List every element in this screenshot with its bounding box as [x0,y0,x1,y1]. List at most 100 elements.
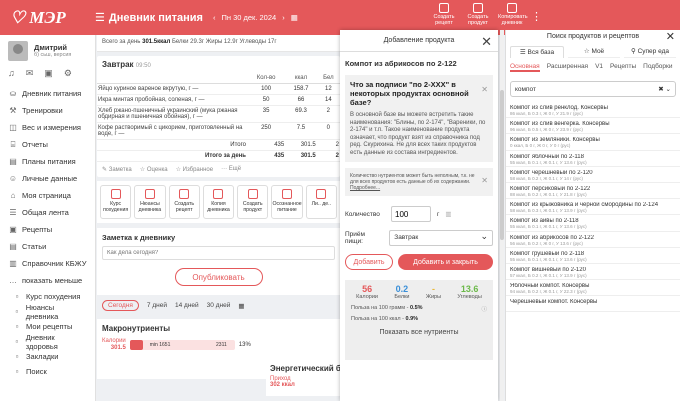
close-icon[interactable]: ✕ [481,34,492,50]
create-recipe-button[interactable]: Создать рецепт [430,3,458,26]
sidebar-subitem-3[interactable]: ▫ Дневник здоровья [0,333,95,351]
quick-action-0[interactable]: Курс похудения [100,185,132,219]
quick-action-3[interactable]: Копия дневника [202,185,235,219]
quick-action-6[interactable]: Ли.. де.. [305,185,337,219]
table-row[interactable]: Яйцо куриное вареное вкрутую, г —100 158.… [97,83,340,95]
sidebar-item-2[interactable]: ◫ Вес и измерения [0,119,95,136]
list-item[interactable]: Компот персиковый по 2-122 88 ккал, Б 0.2… [506,183,680,200]
list-item[interactable]: Черешневый компот. Консервы [506,296,680,313]
recipe-icon: ▣ [9,225,17,234]
link-icon: ▫ [15,367,19,376]
list-item[interactable]: Компот из слив ренклод. Консервы 86 ккал,… [506,102,680,119]
list-item[interactable]: Компот черешневый по 2-120 58 ккал, Б 0.2… [506,167,680,183]
quick-action-2[interactable]: Создать рецепт [168,185,200,219]
table-row[interactable]: Кофе растворимый с цикорием, приготовлен… [97,122,340,140]
quick-action-1[interactable]: Нюансы дневника [134,185,166,219]
note-chip[interactable]: ✎ Заметка [102,166,132,173]
calendar-icon[interactable]: ▦ [291,13,298,22]
list-item[interactable]: Компот из абрикосов по 2-122 56 ккал, Б 0… [506,232,680,248]
user-block[interactable]: Дмитрий б) сьш, версия [0,35,95,63]
tab-mine[interactable]: ☆ Моё [568,46,620,58]
filter-today[interactable]: Сегодня [102,300,139,311]
rating-chip[interactable]: ☆ Оценка [140,166,168,173]
list-item[interactable]: Компот яблочный по 2-118 55 ккал, Б 0.1 г… [506,151,680,167]
filter-7days[interactable]: 7 дней [147,302,167,309]
subtab-v1[interactable]: V1 [595,63,603,72]
avatar[interactable] [8,41,28,61]
tab-all-base[interactable]: ☰ Вся база [510,46,564,58]
list-item[interactable]: Компот из земляники. Консервы 0 ккал, Б 0… [506,134,680,151]
image-icon[interactable]: ▣ [44,68,53,79]
meal-select[interactable]: Завтрак [389,230,493,246]
book-icon: ▥ [9,259,17,268]
list-item[interactable]: Компот из слив венгерка. Консервы 96 ккал… [506,118,680,135]
close-icon[interactable]: ✕ [666,30,675,43]
subtab-main[interactable]: Основная [510,63,540,72]
search-panel: Поиск продуктов и рецептов ✕ ☰ Вся база ☆… [505,30,680,401]
sidebar-item-4[interactable]: ▤ Планы питания [0,153,95,170]
sidebar-subitem-5[interactable]: ▫ Поиск [0,364,95,379]
gear-icon[interactable]: ⚙ [64,68,72,79]
sidebar-subitem-1[interactable]: ▫ Нюансы дневника [0,303,95,321]
table-row[interactable]: Икра минтая пробойная, соленая, г —50 66 1… [97,94,340,106]
search-input[interactable]: компот ✖ ⌄ [510,81,676,97]
list-item[interactable]: Яблочный компот. Консервы 94 ккал, Б 0.2 … [506,280,680,297]
publish-button[interactable]: Опубликовать [174,268,263,286]
logo[interactable]: ♡ МЭР [0,8,95,28]
kebab-icon[interactable]: ⋮ [531,10,542,23]
modal-title: Добавление продукта [383,37,455,44]
sidebar-item-6[interactable]: ⌂ Моя страница [0,187,95,204]
copy-diary-button[interactable]: Копировать дневник [498,3,528,26]
create-product-button[interactable]: Создать продукт [464,3,492,26]
sidebar-item-8[interactable]: ▣ Рецепты [0,221,95,238]
more-chip[interactable]: ··· Ещё [221,166,241,173]
sidebar-subitem-4[interactable]: ▫ Закладки [0,349,95,364]
scrollbar[interactable] [500,30,504,401]
next-day-icon[interactable]: › [282,13,285,22]
subtab-recipes[interactable]: Рецепты [610,63,636,72]
close-icon[interactable]: ✕ [481,85,488,94]
menu-icon[interactable]: ☰ [95,11,105,24]
more-link[interactable]: Подробнее... [350,185,380,191]
show-all-nutrients[interactable]: Показать все нутриенты [348,329,490,336]
calendar-icon[interactable]: ▦ [238,302,244,310]
macro-title: Макронутриенты [102,324,171,333]
bell-icon[interactable]: ♫ [8,68,15,79]
info-icon[interactable]: ⓘ [481,305,487,313]
quantity-input[interactable] [391,206,431,222]
favorite-chip[interactable]: ☆ Избранное [176,166,213,173]
list-item[interactable]: Компот из крыжовника и черной смородины … [506,199,680,216]
sidebar-item-10[interactable]: ▥ Справочник КБЖУ [0,255,95,272]
list-item[interactable]: Компот вишневый по 2-120 57 ккал, Б 0.2 г… [506,264,680,281]
tab-superfood[interactable]: ⚲ Супер еда [624,46,676,58]
note-input[interactable] [102,246,335,260]
nutrients-panel: 56 Калории 0.2 Белки - Жиры 13.6 Углеводы Польз… [345,280,493,360]
table-row[interactable]: Хлеб ржано-пшеничный украинский (мука рж… [97,105,340,123]
add-close-button[interactable]: Добавить и закрыть [398,254,493,270]
sidebar-item-7[interactable]: ☰ Общая лента [0,204,95,221]
add-button[interactable]: Добавить [345,254,393,270]
mail-icon[interactable]: ✉ [26,68,34,79]
dumbbell-icon: ⚒ [9,106,17,115]
quick-action-4[interactable]: Создать продукт [237,185,269,219]
nutrient-3: 13.6 Углеводы [457,284,482,300]
sidebar-item-11[interactable]: … показать меньше [0,272,95,289]
filter-30days[interactable]: 30 дней [207,302,231,309]
clear-icon[interactable]: ✖ ⌄ [658,85,671,93]
sidebar-item-3[interactable]: ⌸ Отчеты [0,136,95,153]
sidebar-item-5[interactable]: ☺ Личные данные [0,170,95,187]
prev-day-icon[interactable]: ‹ [213,13,216,22]
nutrient-1: 0.2 Белки [394,284,410,300]
sidebar-item-1[interactable]: ⚒ Тренировки [0,102,95,119]
sidebar-item-9[interactable]: ▤ Статьи [0,238,95,255]
sidebar-item-0[interactable]: ⛀ Дневник питания [0,85,95,102]
close-icon[interactable]: ✕ [481,176,488,185]
list-item[interactable]: Компот грушевый по 2-118 55 ккал, Б 0.1 г… [506,248,680,264]
filter-14days[interactable]: 14 дней [175,302,199,309]
ruler-icon[interactable]: ▥ [445,210,451,218]
list-item[interactable]: Компот из айвы по 2-118 55 ккал, Б 0.1 г,… [506,215,680,232]
heart-icon: ♡ [10,7,26,27]
subtab-extended[interactable]: Расширенная [547,63,588,72]
quick-action-5[interactable]: Осознанное питание [271,185,303,219]
subtab-collections[interactable]: Подборки [643,63,672,72]
